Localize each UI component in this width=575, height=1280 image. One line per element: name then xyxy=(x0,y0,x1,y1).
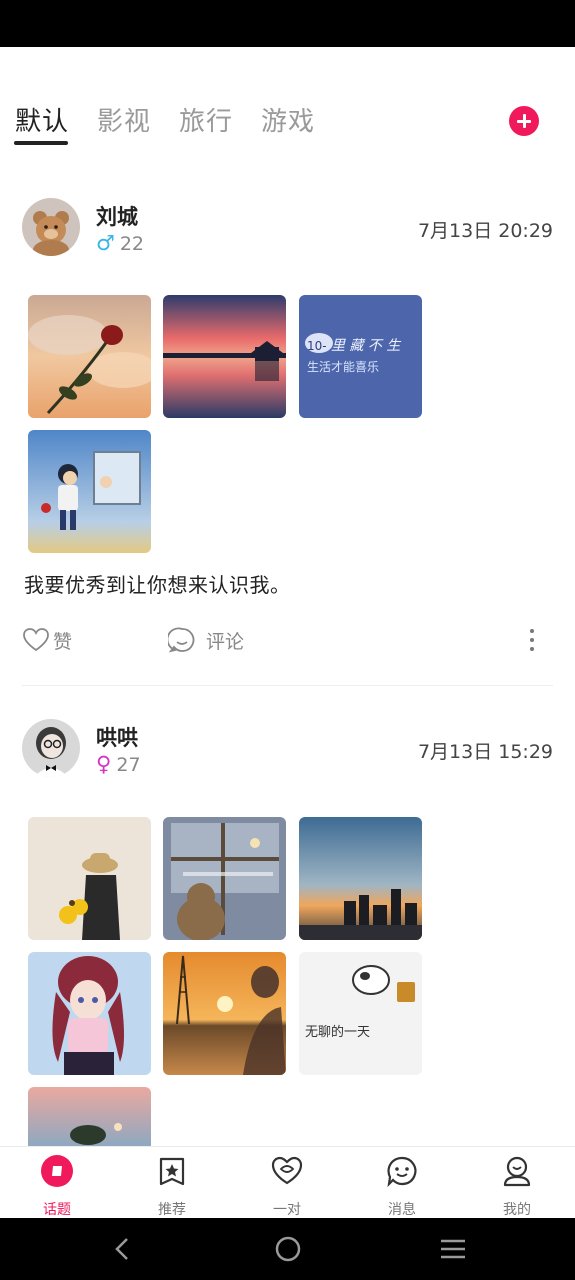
post-photo[interactable] xyxy=(299,817,422,940)
nav-label: 一对 xyxy=(273,1202,301,1218)
post-photo[interactable] xyxy=(163,817,286,940)
comment-label: 评论 xyxy=(206,631,245,653)
like-button[interactable]: 赞 xyxy=(22,626,82,654)
post-photo[interactable] xyxy=(28,817,151,940)
profile-icon xyxy=(503,1156,531,1187)
nav-label: 我的 xyxy=(503,1202,531,1218)
nav-label: 推荐 xyxy=(158,1202,186,1218)
nav-messages[interactable]: 消息 xyxy=(362,1147,442,1219)
comment-icon xyxy=(168,627,195,653)
category-tabs: 默认 影视 旅行 游戏 xyxy=(0,95,575,151)
active-tab-indicator xyxy=(14,141,68,145)
message-icon xyxy=(387,1156,417,1187)
menu-icon[interactable] xyxy=(438,1234,468,1264)
home-icon[interactable] xyxy=(273,1234,303,1264)
username[interactable]: 刘城 xyxy=(96,201,138,231)
photo-text: 无聊的一天 xyxy=(305,1024,370,1040)
add-post-button[interactable] xyxy=(509,106,539,136)
tab-travel[interactable]: 旅行 xyxy=(179,101,233,138)
svg-text:里 藏 不 生: 里 藏 不 生 xyxy=(331,338,401,354)
gender-age: ♀ 27 xyxy=(96,752,141,776)
tab-default[interactable]: 默认 xyxy=(15,101,69,138)
comment-button[interactable]: 评论 xyxy=(168,626,258,654)
tab-games[interactable]: 游戏 xyxy=(261,101,315,138)
more-options-icon[interactable] xyxy=(522,625,542,655)
topic-icon xyxy=(41,1155,73,1187)
female-icon: ♀ xyxy=(96,752,112,776)
bottom-navigation: 话题 推荐 一对 消息 我的 xyxy=(0,1146,575,1218)
avatar[interactable] xyxy=(22,719,80,777)
heart-icon xyxy=(23,628,49,652)
svg-text:生活才能喜乐: 生活才能喜乐 xyxy=(307,360,379,374)
post-photo[interactable] xyxy=(163,295,286,418)
status-bar xyxy=(0,0,575,47)
svg-text:10-: 10- xyxy=(307,339,327,353)
post-photo[interactable] xyxy=(28,295,151,418)
like-label: 赞 xyxy=(53,631,73,653)
age: 27 xyxy=(116,754,141,776)
nav-profile[interactable]: 我的 xyxy=(477,1147,557,1219)
heart-chat-icon xyxy=(271,1156,303,1185)
nav-label: 话题 xyxy=(43,1202,71,1218)
post-photo[interactable]: 10- 里 藏 不 生 生活才能喜乐 xyxy=(299,295,422,418)
divider xyxy=(22,685,553,686)
nav-recommend[interactable]: 推荐 xyxy=(132,1147,212,1219)
nav-topic[interactable]: 话题 xyxy=(17,1147,97,1219)
age: 22 xyxy=(119,233,145,255)
post-photo[interactable]: 无聊的一天 xyxy=(299,952,422,1075)
post-photo[interactable] xyxy=(28,430,151,553)
post-photo[interactable] xyxy=(28,952,151,1075)
post-photo[interactable] xyxy=(28,1087,151,1146)
gender-age: ♂ 22 xyxy=(96,231,144,255)
avatar[interactable] xyxy=(22,198,80,256)
back-icon[interactable] xyxy=(107,1234,137,1264)
nav-match[interactable]: 一对 xyxy=(247,1147,327,1219)
system-navigation-bar xyxy=(0,1218,575,1280)
nav-label: 消息 xyxy=(388,1202,416,1218)
male-icon: ♂ xyxy=(96,231,115,255)
post-time: 7月13日 20:29 xyxy=(417,220,553,242)
username[interactable]: 哄哄 xyxy=(96,722,138,752)
star-bookmark-icon xyxy=(159,1157,185,1186)
tab-movies[interactable]: 影视 xyxy=(97,101,151,138)
post-photo[interactable] xyxy=(163,952,286,1075)
post-caption: 我要优秀到让你想来认识我。 xyxy=(24,573,291,597)
post-time: 7月13日 15:29 xyxy=(417,741,553,763)
